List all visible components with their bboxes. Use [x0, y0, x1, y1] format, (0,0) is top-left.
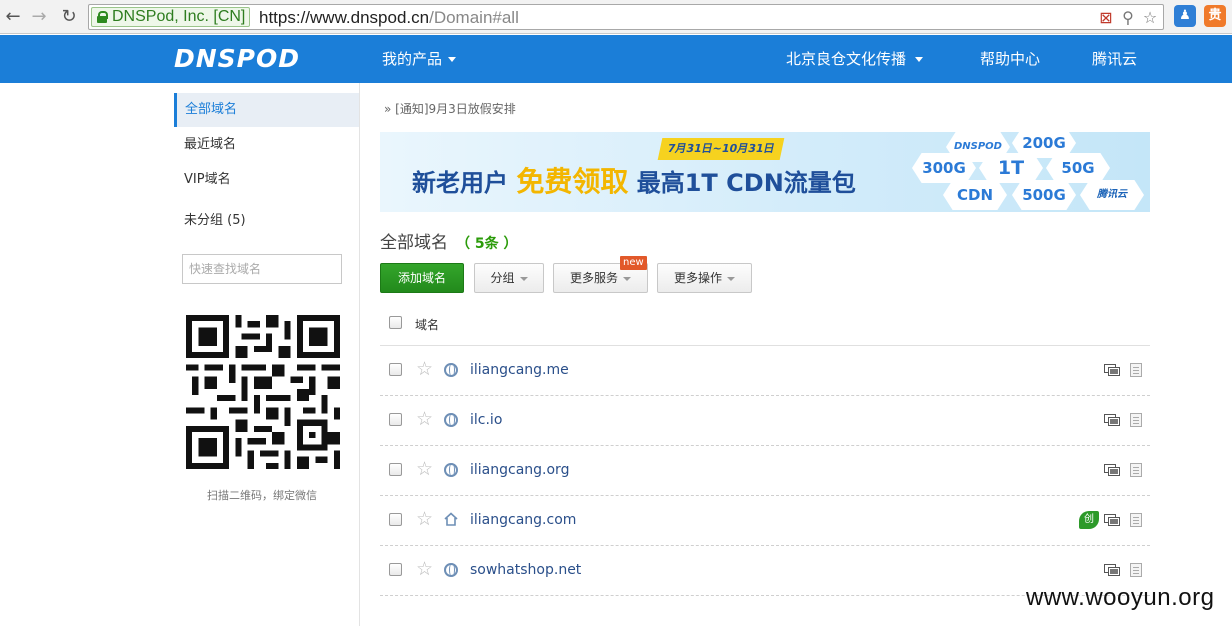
group-button-label: 分组: [490, 271, 515, 285]
banner-hex-tencent: 腾讯云: [1080, 180, 1144, 210]
site-header: DNSPOD 我的产品 北京良仓文化传播 帮助中心 腾讯云: [0, 35, 1232, 83]
row-checkbox[interactable]: [389, 363, 402, 376]
browser-toolbar: ← → ↻ DNSPod, Inc. [CN] https://www.dnsp…: [0, 0, 1232, 34]
domain-link[interactable]: sowhatshop.net: [470, 562, 581, 578]
star-icon[interactable]: ☆: [416, 409, 433, 429]
globe-icon: [444, 363, 458, 377]
note-icon[interactable]: [1130, 513, 1142, 527]
nav-account[interactable]: 北京良仓文化传播: [786, 49, 924, 69]
monitor-icon[interactable]: [1104, 564, 1120, 577]
note-icon[interactable]: [1130, 363, 1142, 377]
table-row: ☆ iliangcang.org: [380, 446, 1150, 496]
nav-account-label: 北京良仓文化传播: [786, 50, 907, 68]
domain-link[interactable]: iliangcang.org: [470, 462, 569, 478]
monitor-icon[interactable]: [1104, 514, 1120, 527]
table-row: ☆ iliangcang.me: [380, 346, 1150, 396]
notice-link[interactable]: » [通知]9月3日放假安排: [384, 100, 516, 117]
sidebar-item-vip-domains[interactable]: VIP域名: [174, 163, 359, 197]
nav-my-products[interactable]: 我的产品: [382, 49, 457, 69]
dnspod-logo[interactable]: DNSPOD: [174, 44, 300, 73]
domain-link[interactable]: iliangcang.com: [470, 512, 576, 528]
chevron-down-icon: [727, 276, 735, 281]
url-path: /Domain#all: [429, 8, 519, 27]
banner-prefix: 新老用户: [412, 169, 508, 197]
row-checkbox[interactable]: [389, 513, 402, 526]
house-icon: [444, 512, 458, 526]
lock-icon: [97, 11, 108, 23]
globe-icon: [444, 463, 458, 477]
star-icon[interactable]: ☆: [416, 509, 433, 529]
banner-hex-300g: 300G: [912, 153, 976, 183]
nav-help[interactable]: 帮助中心: [980, 49, 1040, 69]
wechat-qr-code: [186, 315, 340, 469]
pin-icon[interactable]: ⚲: [1119, 9, 1137, 27]
row-checkbox[interactable]: [389, 463, 402, 476]
chevron-down-icon: [519, 276, 528, 281]
page-title: 全部域名 （ 5条 ）: [380, 228, 518, 253]
banner-suffix: 最高1T CDN流量包: [636, 169, 856, 197]
star-icon[interactable]: ☆: [1141, 9, 1159, 27]
sidebar-item-ungrouped[interactable]: 未分组 (5): [174, 204, 359, 238]
more-services-label: 更多服务: [569, 271, 618, 285]
url-host: https://www.dnspod.cn: [259, 8, 430, 27]
address-bar[interactable]: DNSPod, Inc. [CN] https://www.dnspod.cn/…: [88, 4, 1164, 30]
add-domain-button[interactable]: 添加域名: [380, 263, 464, 293]
reload-button[interactable]: ↻: [58, 6, 80, 28]
new-badge: new: [620, 256, 647, 270]
nav-tencent-cloud[interactable]: 腾讯云: [1092, 49, 1137, 69]
domain-count: （ 5条 ）: [456, 236, 518, 252]
chevron-down-icon: [448, 57, 457, 62]
promo-banner[interactable]: 7月31日~10月31日 新老用户 免费领取 最高1T CDN流量包 DNSPO…: [380, 132, 1150, 212]
sidebar: 全部域名 最近域名 VIP域名 未分组 (5) 扫描二维码，绑定微信: [174, 83, 360, 626]
chevron-down-icon: [915, 57, 924, 62]
note-icon[interactable]: [1130, 413, 1142, 427]
banner-hex-500g: 500G: [1012, 180, 1076, 210]
star-icon[interactable]: ☆: [416, 359, 433, 379]
monitor-icon[interactable]: [1104, 464, 1120, 477]
banner-headline: 新老用户 免费领取 最高1T CDN流量包: [412, 160, 856, 200]
qr-caption: 扫描二维码，绑定微信: [207, 489, 317, 502]
globe-icon: [444, 563, 458, 577]
nav-my-products-label: 我的产品: [382, 50, 443, 68]
banner-highlight: 免费领取: [516, 165, 629, 198]
table-header: 域名: [380, 304, 1150, 346]
ev-certificate-badge[interactable]: DNSPod, Inc. [CN]: [91, 7, 251, 27]
note-icon[interactable]: [1130, 463, 1142, 477]
ev-certificate-label: DNSPod, Inc. [CN]: [112, 8, 246, 25]
banner-date-tag: 7月31日~10月31日: [657, 138, 785, 160]
monitor-icon[interactable]: [1104, 364, 1120, 377]
globe-icon: [444, 413, 458, 427]
domain-search-input[interactable]: [182, 254, 342, 284]
star-icon[interactable]: ☆: [416, 559, 433, 579]
url-text[interactable]: https://www.dnspod.cn/Domain#all: [259, 8, 519, 28]
extension-icon[interactable]: 贵: [1204, 5, 1226, 27]
row-checkbox[interactable]: [389, 413, 402, 426]
back-button[interactable]: ←: [2, 6, 24, 28]
forward-button[interactable]: →: [28, 6, 50, 28]
page-title-label: 全部域名: [380, 233, 448, 253]
domain-link[interactable]: ilc.io: [470, 412, 502, 428]
domain-link[interactable]: iliangcang.me: [470, 362, 569, 378]
column-domain: 域名: [415, 318, 440, 332]
star-icon[interactable]: ☆: [416, 459, 433, 479]
banner-hex-50g: 50G: [1046, 153, 1110, 183]
chevron-down-icon: [623, 276, 631, 281]
more-operations-label: 更多操作: [673, 271, 722, 285]
more-operations-button[interactable]: 更多操作: [657, 263, 752, 293]
sidebar-item-all-domains[interactable]: 全部域名: [174, 93, 359, 127]
row-checkbox[interactable]: [389, 563, 402, 576]
table-row: ☆ iliangcang.com 创: [380, 496, 1150, 546]
leaf-badge[interactable]: 创: [1079, 511, 1099, 529]
note-icon[interactable]: [1130, 563, 1142, 577]
table-row: ☆ ilc.io: [380, 396, 1150, 446]
extension-icon[interactable]: ♟: [1174, 5, 1196, 27]
watermark: www.wooyun.org: [1026, 584, 1215, 611]
select-all-checkbox[interactable]: [389, 316, 402, 329]
monitor-icon[interactable]: [1104, 414, 1120, 427]
sidebar-item-recent-domains[interactable]: 最近域名: [174, 128, 359, 162]
block-icon[interactable]: ⊠: [1097, 9, 1115, 27]
group-button[interactable]: 分组: [474, 263, 544, 293]
banner-hex-1t: 1T: [979, 153, 1043, 183]
banner-hex-cdn: CDN: [943, 180, 1007, 210]
